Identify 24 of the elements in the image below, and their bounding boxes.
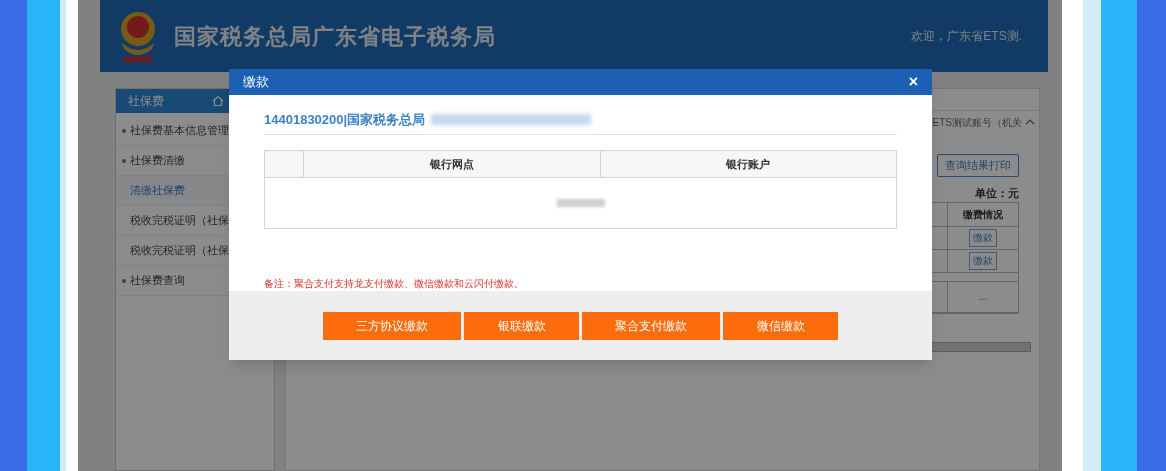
- sidebar-item-label: 税收完税证明（社保: [130, 213, 229, 229]
- print-button[interactable]: 查询结果打印: [937, 154, 1019, 177]
- column-header: 银行网点: [304, 151, 601, 178]
- welcome-text: 欢迎，广东省ETS测.: [911, 28, 1022, 45]
- payment-button[interactable]: 银联缴款: [464, 312, 579, 341]
- sidebar-item-label: 社保费清缴: [130, 153, 185, 169]
- column-header: 缴费情况: [962, 207, 1004, 222]
- account-text: ETS测试账号（机关: [932, 115, 1022, 130]
- payment-button[interactable]: 微信缴款: [723, 312, 838, 341]
- sidebar-item-label: 社保费查询: [130, 273, 185, 289]
- sidebar-item-label: 税收完税证明（社保: [130, 243, 229, 259]
- payment-button[interactable]: 三方协议缴款: [323, 312, 461, 341]
- close-button[interactable]: ×: [908, 74, 918, 91]
- sidebar-item-label: 社保费基本信息管理: [130, 123, 229, 139]
- sidebar-title: 社保费: [128, 93, 164, 110]
- unit-label: 单位：元: [975, 186, 1019, 201]
- site-title: 国家税务总局广东省电子税务局: [174, 22, 496, 51]
- sidebar-item-label: 清缴社保费: [130, 183, 185, 199]
- pay-button[interactable]: 缴款: [969, 228, 997, 247]
- pay-button[interactable]: 缴款: [969, 251, 997, 270]
- dialog-title: 缴款: [243, 73, 269, 92]
- table-cell-text: ...: [978, 290, 988, 304]
- payment-button[interactable]: 聚合支付缴款: [582, 312, 720, 341]
- column-header: 银行账户: [724, 157, 772, 173]
